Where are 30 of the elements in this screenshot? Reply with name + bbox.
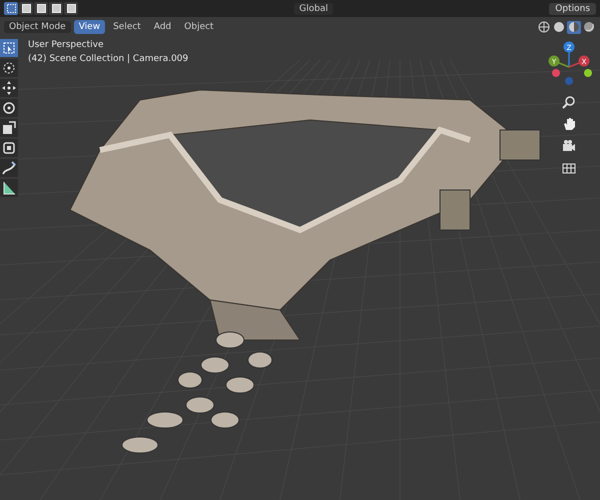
- menu-item[interactable]: Add: [148, 20, 176, 34]
- menu-item[interactable]: Select: [108, 20, 146, 34]
- grid-icon[interactable]: [562, 161, 576, 175]
- mode-dropdown[interactable]: Object Mode: [4, 21, 71, 33]
- options-button[interactable]: Options: [549, 2, 596, 14]
- selection-mode-icon[interactable]: [19, 2, 33, 15]
- view-name: User Perspective: [28, 40, 104, 50]
- shading-mode-icon[interactable]: [582, 20, 596, 34]
- hand-icon[interactable]: [562, 117, 576, 131]
- collection-info: (42) Scene Collection | Camera.009: [28, 54, 188, 64]
- rotate-tool-icon[interactable]: [0, 99, 18, 117]
- scale-tool-icon[interactable]: [0, 119, 18, 137]
- selection-mode-icon[interactable]: [64, 2, 78, 15]
- transform-tool-icon[interactable]: [0, 139, 18, 157]
- camera-icon[interactable]: [562, 139, 576, 153]
- shading-mode-icon[interactable]: [537, 20, 551, 34]
- shading-mode-icon[interactable]: [567, 20, 581, 34]
- measure-tool-icon[interactable]: [0, 179, 18, 197]
- menu-item[interactable]: Object: [179, 20, 219, 34]
- cursor-tool-icon[interactable]: [0, 59, 18, 77]
- orientation-dropdown[interactable]: Global: [294, 2, 333, 14]
- annotate-tool-icon[interactable]: [0, 159, 18, 177]
- shading-mode-icon[interactable]: [552, 20, 566, 34]
- selection-mode-icon[interactable]: [4, 2, 18, 15]
- menu-item[interactable]: View: [74, 20, 106, 34]
- selection-mode-icon[interactable]: [49, 2, 63, 15]
- select-tool-icon[interactable]: [0, 39, 18, 57]
- move-tool-icon[interactable]: [0, 79, 18, 97]
- zoom-icon[interactable]: [562, 95, 576, 109]
- selection-mode-icon[interactable]: [34, 2, 48, 15]
